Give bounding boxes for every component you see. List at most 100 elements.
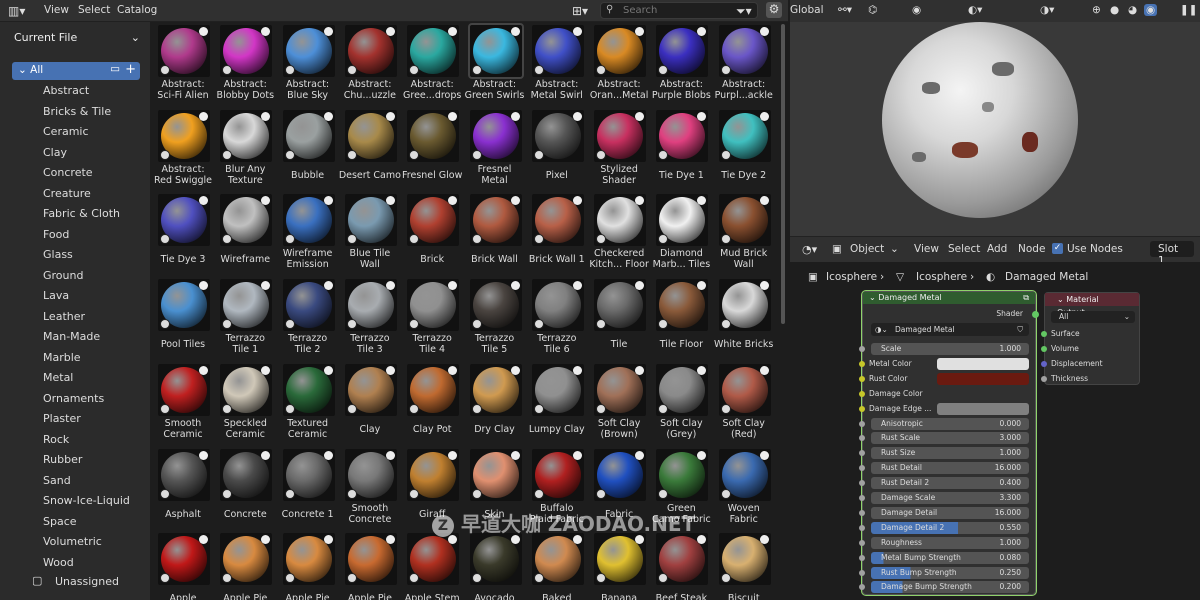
edit-asset-icon[interactable]	[759, 365, 769, 375]
collapse-icon[interactable]: ⌄	[869, 293, 878, 302]
edit-asset-icon[interactable]	[448, 111, 458, 121]
asset-tile[interactable]: Tie Dye 2	[715, 108, 773, 188]
shader-output-socket[interactable]	[1032, 311, 1039, 318]
edit-asset-icon[interactable]	[510, 450, 520, 460]
catalog-item[interactable]: Clay	[43, 146, 67, 159]
asset-tile[interactable]: Brick Wall	[466, 192, 524, 272]
input-socket[interactable]	[859, 569, 865, 576]
edit-asset-icon[interactable]	[199, 450, 208, 460]
edit-asset-icon[interactable]	[448, 450, 458, 460]
menu-select[interactable]: Select	[948, 243, 980, 255]
target-dropdown[interactable]: All ⌄	[1051, 311, 1135, 323]
value-field[interactable]: Scale 1.000	[871, 343, 1029, 355]
asset-tile[interactable]: Fresnel Metal	[466, 108, 524, 188]
asset-tile[interactable]: Tile Floor	[652, 277, 710, 357]
asset-tile[interactable]: Soft Clay (Red)	[715, 362, 773, 442]
asset-tile[interactable]: Abstract: Purpl...ackle	[715, 23, 773, 103]
edit-asset-icon[interactable]	[261, 365, 271, 375]
asset-tile[interactable]: Clay	[341, 362, 399, 442]
asset-tile[interactable]: Clay Pot	[403, 362, 461, 442]
color-swatch[interactable]	[937, 372, 1029, 385]
save-icon[interactable]: ▭	[110, 63, 120, 75]
input-socket[interactable]	[859, 420, 865, 427]
rendered-shading-icon[interactable]: ◉	[1144, 4, 1158, 16]
edit-asset-icon[interactable]	[385, 450, 395, 460]
value-field[interactable]: Rust Bump Strength 0.250	[871, 566, 1029, 579]
asset-tile[interactable]: Tie Dye 3	[154, 192, 212, 272]
edit-asset-icon[interactable]	[323, 535, 333, 545]
edit-asset-icon[interactable]	[635, 365, 645, 375]
edit-asset-icon[interactable]	[199, 111, 208, 121]
value-field[interactable]: Metal Bump Strength 0.080	[871, 551, 1029, 564]
snap-icon[interactable]: ⌬	[868, 4, 877, 16]
asset-tile[interactable]: Pixel	[528, 108, 586, 188]
asset-tile[interactable]: Checkered Kitch... Floor	[589, 192, 649, 272]
input-socket[interactable]	[859, 360, 865, 367]
input-socket[interactable]	[1041, 361, 1047, 367]
menu-select[interactable]: Select	[78, 4, 110, 16]
asset-tile[interactable]: Beef Steak	[652, 531, 710, 600]
edit-asset-icon[interactable]	[385, 27, 395, 36]
slot-dropdown[interactable]: Slot 1	[1150, 241, 1194, 267]
edit-asset-icon[interactable]	[572, 281, 582, 291]
display-mode-icon[interactable]: ⊞▾	[572, 4, 588, 18]
input-socket[interactable]	[1041, 331, 1047, 337]
edit-asset-icon[interactable]	[759, 281, 769, 291]
edit-asset-icon[interactable]	[199, 196, 208, 206]
asset-tile[interactable]: Blur Any Texture	[216, 108, 274, 188]
edit-asset-icon[interactable]	[448, 281, 458, 291]
catalog-item[interactable]: Ground	[43, 269, 83, 282]
edit-asset-icon[interactable]	[385, 535, 395, 545]
edit-asset-icon[interactable]	[448, 27, 458, 36]
catalog-item[interactable]: Fabric & Cloth	[43, 207, 120, 220]
wireframe-shading-icon[interactable]: ⊕	[1092, 4, 1101, 16]
catalog-item[interactable]: Bricks & Tile	[43, 105, 111, 118]
edit-asset-icon[interactable]	[635, 27, 645, 36]
catalog-unassigned[interactable]: Unassigned	[55, 575, 119, 588]
edit-asset-icon[interactable]	[510, 111, 520, 121]
scrollbar-thumb[interactable]	[781, 24, 785, 324]
edit-asset-icon[interactable]	[635, 111, 645, 121]
asset-tile[interactable]: Wireframe Emission	[279, 192, 337, 272]
edit-asset-icon[interactable]	[572, 111, 582, 121]
edit-asset-icon[interactable]	[635, 196, 645, 206]
value-field[interactable]: Damage Scale 3.300	[871, 492, 1029, 504]
input-socket[interactable]	[1041, 376, 1047, 382]
edit-asset-icon[interactable]	[697, 450, 707, 460]
add-icon[interactable]: +	[125, 62, 136, 77]
asset-tile[interactable]: Woven Fabric	[715, 447, 773, 527]
edit-asset-icon[interactable]	[697, 281, 707, 291]
asset-tile[interactable]: Abstract: Green Swirls	[465, 23, 524, 103]
asset-tile[interactable]: Terrazzo Tile 1	[216, 277, 274, 357]
edit-asset-icon[interactable]	[261, 27, 271, 36]
edit-asset-icon[interactable]	[572, 535, 582, 545]
edit-asset-icon[interactable]	[323, 281, 333, 291]
menu-view[interactable]: View	[44, 4, 69, 16]
asset-tile[interactable]: Brick	[403, 192, 461, 272]
edit-asset-icon[interactable]	[759, 111, 769, 121]
menu-add[interactable]: Add	[987, 243, 1007, 255]
edit-asset-icon[interactable]	[510, 27, 520, 36]
catalog-item[interactable]: Abstract	[43, 84, 89, 97]
value-field[interactable]: Damage Detail 16.000	[871, 506, 1029, 519]
asset-tile[interactable]: Blue Tile Wall	[341, 192, 399, 272]
edit-asset-icon[interactable]	[323, 111, 333, 121]
edit-asset-icon[interactable]	[323, 365, 333, 375]
edit-asset-icon[interactable]	[510, 196, 520, 206]
pivot-icon[interactable]: ⚯▾	[838, 4, 852, 16]
catalog-item[interactable]: Ornaments	[43, 392, 104, 405]
asset-tile[interactable]: Smooth Ceramic	[154, 362, 212, 442]
material-output-node[interactable]: ⌄ Material Output All ⌄ Surface Volume Dis…	[1041, 292, 1140, 385]
color-swatch[interactable]	[937, 357, 1029, 370]
asset-tile[interactable]: Smooth Concrete	[341, 447, 399, 527]
asset-tile[interactable]: Concrete 1	[279, 447, 337, 527]
edit-asset-icon[interactable]	[697, 27, 707, 36]
edit-asset-icon[interactable]	[261, 450, 271, 460]
catalog-item[interactable]: Ceramic	[43, 125, 89, 138]
asset-tile[interactable]: Abstract: Purple Blobs	[652, 23, 711, 103]
value-field[interactable]: Rust Size 1.000	[871, 447, 1029, 460]
asset-tile[interactable]: Textured Ceramic	[279, 362, 337, 442]
value-field[interactable]: Roughness 1.000	[871, 536, 1029, 549]
menu-node[interactable]: Node	[1018, 243, 1045, 255]
search-input[interactable]: ⚲ Search	[600, 2, 758, 19]
